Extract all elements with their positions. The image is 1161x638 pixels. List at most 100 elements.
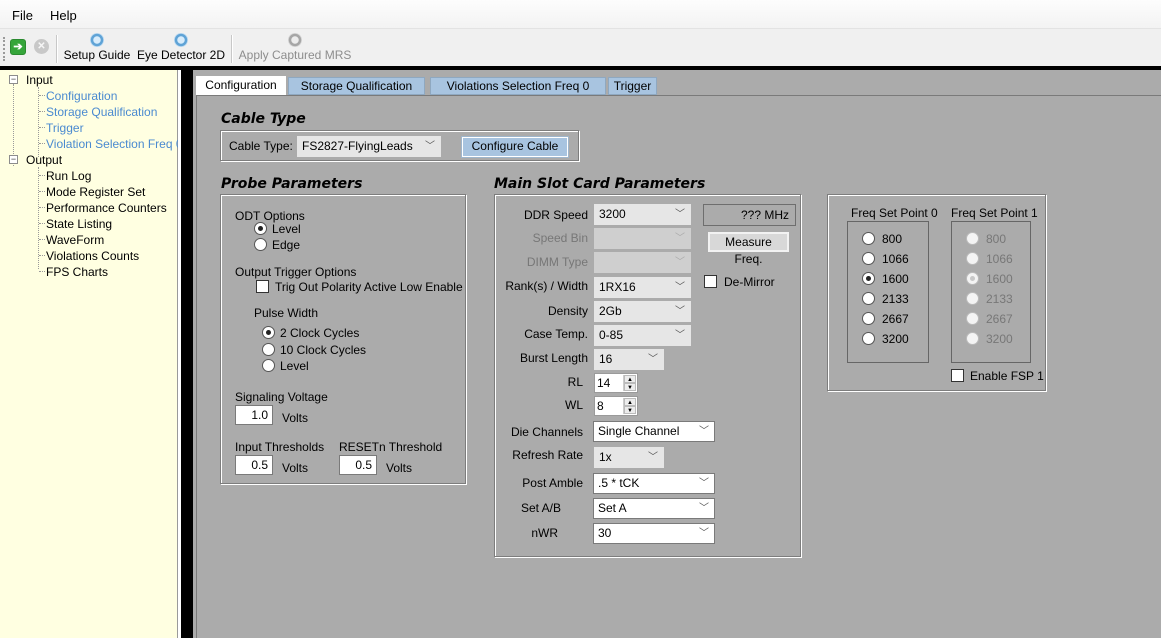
tab-violations-selection[interactable]: Violations Selection Freq 0	[430, 77, 606, 95]
apply-captured-mrs-button[interactable]: Apply Captured MRS	[236, 31, 354, 65]
chevron-down-icon: ﹀	[699, 426, 709, 437]
fsp0-1600-radio[interactable]	[862, 272, 875, 285]
fsp1-1066-radio[interactable]	[966, 252, 979, 265]
panel-splitter[interactable]	[178, 70, 193, 638]
fsp0-1066-radio[interactable]	[862, 252, 875, 265]
rank-width-value: 1RX16	[599, 280, 636, 294]
expand-input-icon[interactable]: −	[9, 75, 18, 84]
ddr-speed-value: 3200	[599, 207, 626, 221]
wl-stepper[interactable]: 8 ▲ ▼	[594, 396, 638, 416]
rl-down-icon[interactable]: ▼	[624, 383, 636, 391]
refresh-rate-select[interactable]: 1x ﹀	[594, 447, 664, 468]
wl-down-icon[interactable]: ▼	[624, 406, 636, 414]
probe-parameters-group: ODT Options Level Edge Output Trigger Op…	[220, 194, 466, 484]
set-ab-select[interactable]: Set A ﹀	[593, 498, 715, 519]
fsp0-2133-radio[interactable]	[862, 292, 875, 305]
wl-up-icon[interactable]: ▲	[624, 398, 636, 406]
post-amble-label: Post Amble	[522, 476, 583, 490]
tree-node-storage-qualification[interactable]: Storage Qualification	[46, 105, 157, 119]
tree-node-output[interactable]: Output	[26, 153, 62, 167]
rank-width-select[interactable]: 1RX16 ﹀	[594, 277, 691, 298]
expand-output-icon[interactable]: −	[9, 155, 18, 164]
eye-detector-label: Eye Detector 2D	[136, 48, 226, 62]
density-select[interactable]: 2Gb ﹀	[594, 301, 691, 322]
setup-guide-button[interactable]: Setup Guide	[61, 31, 133, 65]
tree-node-configuration[interactable]: Configuration	[46, 89, 117, 103]
dimm-type-select[interactable]: ﹀	[594, 252, 691, 273]
case-temp-value: 0-85	[599, 328, 624, 342]
die-channels-value: Single Channel	[598, 424, 680, 438]
rl-stepper[interactable]: 14 ▲ ▼	[594, 373, 638, 393]
nwr-value: 30	[598, 526, 612, 540]
pulse-level-radio[interactable]	[262, 359, 275, 372]
tree-node-run-log[interactable]: Run Log	[46, 169, 91, 183]
tab-trigger[interactable]: Trigger	[608, 77, 657, 95]
de-mirror-checkbox[interactable]	[704, 275, 717, 288]
tree-node-mode-register-set[interactable]: Mode Register Set	[46, 185, 145, 199]
fsp1-2133-radio[interactable]	[966, 292, 979, 305]
eye-detector-icon	[174, 33, 188, 47]
case-temp-label: Case Temp.	[524, 327, 588, 341]
tree-node-state-listing[interactable]: State Listing	[46, 217, 112, 231]
density-label: Density	[547, 304, 588, 318]
cable-type-select[interactable]: FS2827-FlyingLeads ﹀	[297, 136, 441, 157]
fsp1-800-radio[interactable]	[966, 232, 979, 245]
trig-polarity-checkbox[interactable]	[256, 280, 269, 293]
tab-configuration[interactable]: Configuration	[196, 76, 286, 96]
menu-help[interactable]: Help	[50, 8, 77, 23]
tab-storage-qualification[interactable]: Storage Qualification	[288, 77, 425, 95]
fsp1-3200-radio[interactable]	[966, 332, 979, 345]
chevron-down-icon: ﹀	[675, 257, 685, 268]
die-channels-label: Die Channels	[510, 425, 583, 439]
burst-length-label: Burst Length	[519, 351, 588, 365]
signaling-voltage-input[interactable]: 1.0	[235, 405, 273, 425]
speed-bin-label: Speed Bin	[532, 231, 588, 245]
tree-node-waveform[interactable]: WaveForm	[46, 233, 104, 247]
main-slot-title: Main Slot Card Parameters	[494, 176, 706, 192]
case-temp-select[interactable]: 0-85 ﹀	[594, 325, 691, 346]
close-circle-icon[interactable]: ✕	[34, 39, 49, 54]
toolbar-grip[interactable]	[3, 37, 6, 61]
enable-fsp1-checkbox[interactable]	[951, 369, 964, 382]
tree-node-performance-counters[interactable]: Performance Counters	[46, 201, 167, 215]
tree-node-violation-selection[interactable]: Violation Selection Freq 0	[46, 137, 183, 151]
menu-file[interactable]: File	[12, 8, 33, 23]
pulse-10-cycles-radio[interactable]	[262, 343, 275, 356]
tree-node-violations-counts[interactable]: Violations Counts	[46, 249, 139, 263]
odt-level-radio[interactable]	[254, 222, 267, 235]
nwr-select[interactable]: 30 ﹀	[593, 523, 715, 544]
resetn-threshold-input[interactable]: 0.5	[339, 455, 377, 475]
fsp1-2667-radio[interactable]	[966, 312, 979, 325]
fsp0-800-radio[interactable]	[862, 232, 875, 245]
tree-node-fps-charts[interactable]: FPS Charts	[46, 265, 108, 279]
odt-edge-radio[interactable]	[254, 238, 267, 251]
ddr-speed-label: DDR Speed	[523, 208, 588, 222]
rl-up-icon[interactable]: ▲	[624, 375, 636, 383]
measure-freq-button[interactable]: Measure Freq.	[708, 232, 789, 266]
configure-cable-button[interactable]: Configure Cable	[461, 136, 569, 158]
speed-bin-select[interactable]: ﹀	[594, 228, 691, 249]
main-slot-group: DDR Speed 3200 ﹀ Speed Bin ﹀ DIMM Type ﹀ …	[494, 194, 801, 557]
fsp1-2667-label: 2667	[986, 312, 1013, 326]
arrow-right-icon[interactable]: ➔	[10, 39, 26, 55]
fsp0-3200-radio[interactable]	[862, 332, 875, 345]
resetn-threshold-units: Volts	[386, 461, 413, 475]
toolbar-separator	[56, 35, 57, 63]
ddr-speed-select[interactable]: 3200 ﹀	[594, 204, 691, 225]
wl-value: 8	[597, 399, 604, 413]
set-ab-value: Set A	[598, 501, 627, 515]
chevron-down-icon: ﹀	[675, 282, 685, 293]
de-mirror-label: De-Mirror	[724, 275, 775, 289]
post-amble-select[interactable]: .5 * tCK ﹀	[593, 473, 715, 494]
eye-detector-2d-button[interactable]: Eye Detector 2D	[136, 31, 226, 65]
navigation-tree: − Input Configuration Storage Qualificat…	[0, 70, 183, 638]
tree-node-input[interactable]: Input	[26, 73, 53, 87]
nwr-label: nWR	[531, 526, 558, 540]
burst-length-select[interactable]: 16 ﹀	[594, 349, 664, 370]
die-channels-select[interactable]: Single Channel ﹀	[593, 421, 715, 442]
pulse-2-cycles-radio[interactable]	[262, 326, 275, 339]
tree-node-trigger[interactable]: Trigger	[46, 121, 84, 135]
fsp0-2667-radio[interactable]	[862, 312, 875, 325]
input-threshold-input[interactable]: 0.5	[235, 455, 273, 475]
fsp1-1600-radio[interactable]	[966, 272, 979, 285]
